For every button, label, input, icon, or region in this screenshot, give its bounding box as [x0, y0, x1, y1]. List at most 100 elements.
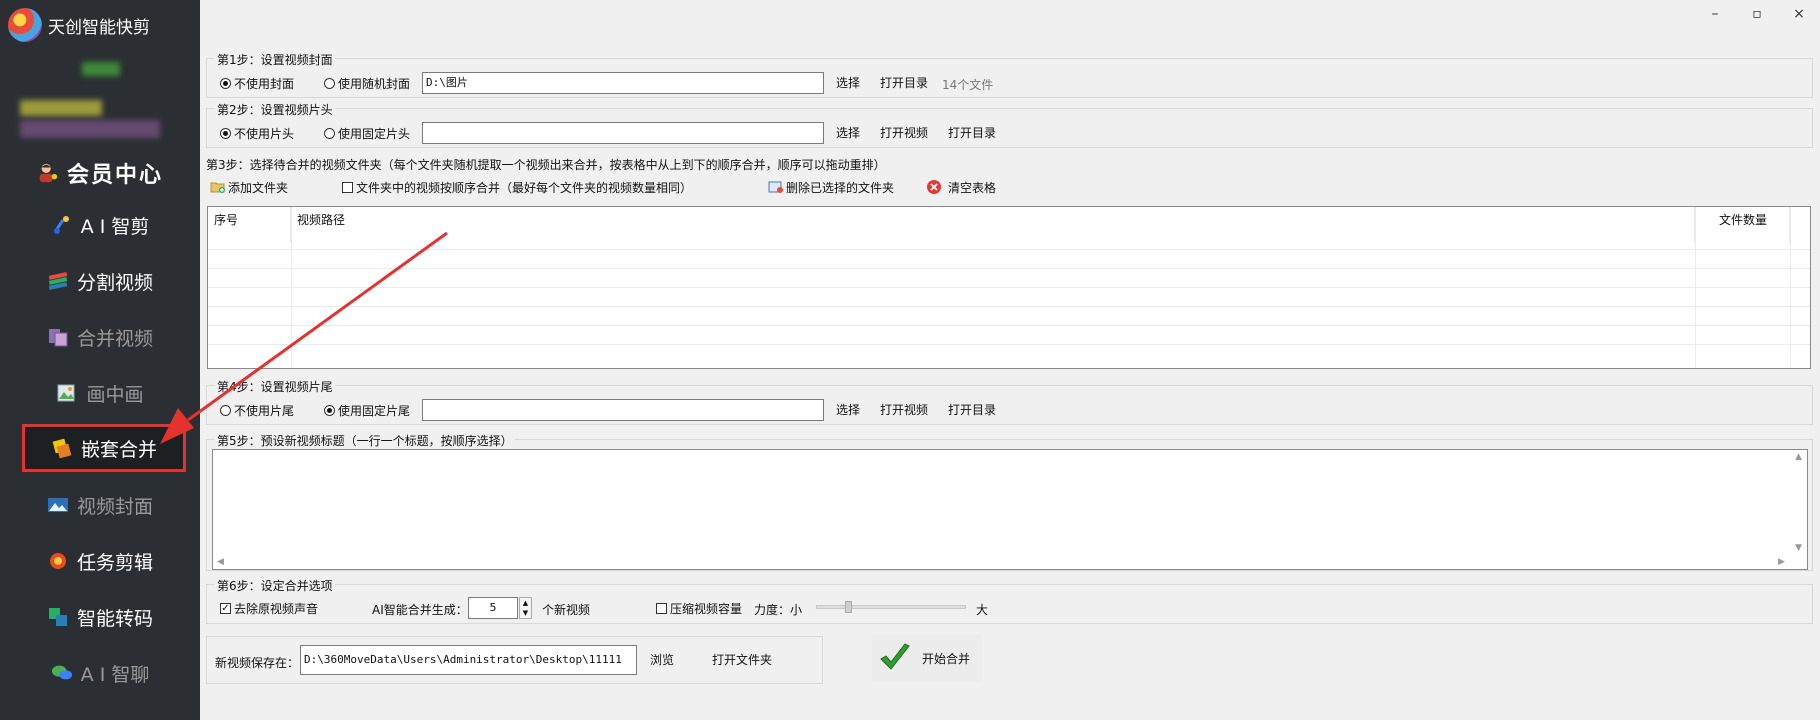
step4-select-button[interactable]: 选择: [832, 399, 864, 421]
step1-select-button[interactable]: 选择: [832, 72, 864, 94]
ai-chat-icon: [51, 662, 73, 684]
step4-fixed-outro-radio[interactable]: 使用固定片尾: [324, 402, 410, 419]
scroll-left-icon[interactable]: ◀: [217, 557, 224, 567]
clear-icon: [927, 180, 942, 194]
blurred-user-detail: [20, 120, 160, 138]
sidebar-item-video-cover[interactable]: 视频封面: [0, 482, 200, 528]
radio-unselected: [220, 404, 231, 416]
ai-generate-count-input[interactable]: 5: [468, 597, 518, 619]
step4-open-dir-button[interactable]: 打开目录: [944, 399, 1000, 421]
checkmark-icon: [880, 643, 910, 670]
transcode-icon: [47, 606, 69, 628]
step2-fixed-intro-radio[interactable]: 使用固定片头: [324, 125, 410, 142]
video-cover-icon: [47, 494, 69, 516]
merge-video-icon: [47, 326, 69, 348]
sidebar-item-ai-edit[interactable]: A I 智剪: [0, 202, 200, 248]
add-folder-icon: [210, 182, 225, 193]
start-merge-button[interactable]: 开始合并: [872, 634, 982, 682]
ai-edit-icon: [51, 214, 73, 236]
sidebar-item-label: A I 智剪: [80, 215, 150, 238]
table-row[interactable]: [208, 344, 1810, 363]
step1-cover-path-input[interactable]: D:\图片: [422, 72, 824, 94]
slider-track: [816, 605, 966, 609]
sidebar-item-split-video[interactable]: 分割视频: [0, 258, 200, 304]
slider-thumb[interactable]: [845, 601, 852, 613]
step2-intro-path-input[interactable]: [422, 122, 824, 144]
remove-audio-checkbox[interactable]: ✓ 去除原视频声音: [220, 600, 318, 617]
step2-no-intro-radio[interactable]: 不使用片头: [220, 125, 294, 142]
ai-generate-label: AI智能合并生成：: [372, 603, 468, 617]
table-header-path: 视频路径: [291, 207, 1695, 243]
compress-video-checkbox[interactable]: 压缩视频容量: [656, 600, 742, 617]
sidebar-item-label: 会员中心: [66, 162, 163, 188]
step2-open-video-button[interactable]: 打开视频: [876, 122, 932, 144]
sidebar-item-vip-center[interactable]: 会员中心: [0, 150, 200, 196]
sidebar-item-transcode[interactable]: 智能转码: [0, 594, 200, 640]
ai-generate-suffix: 个新视频: [542, 603, 591, 617]
sidebar-item-label: 视频封面: [76, 495, 153, 518]
table-divider: [1790, 207, 1791, 368]
step2-select-button[interactable]: 选择: [832, 122, 864, 144]
table-row[interactable]: [208, 287, 1810, 306]
table-row[interactable]: [208, 268, 1810, 287]
sidebar-item-task-edit[interactable]: 任务剪辑: [0, 538, 200, 584]
checkbox-unchecked: [656, 602, 667, 614]
step2-legend: 第2步：设置视频片头: [215, 101, 335, 118]
step1-random-cover-radio[interactable]: 使用随机封面: [324, 75, 410, 92]
scroll-down-icon[interactable]: ▼: [1795, 543, 1802, 553]
scroll-up-icon[interactable]: ▲: [1795, 452, 1802, 462]
table-header-count: 文件数量: [1695, 207, 1790, 243]
start-merge-label: 开始合并: [922, 651, 971, 666]
sidebar-item-label: 画中画: [86, 383, 144, 406]
table-header-index: 序号: [208, 207, 291, 243]
table-row[interactable]: [208, 306, 1810, 325]
sidebar-item-merge-video[interactable]: 合并视频: [0, 314, 200, 360]
strength-label-min: 力度：小: [754, 603, 803, 617]
table-divider: [1695, 207, 1696, 368]
step4-legend: 第4步：设置视频片尾: [215, 378, 335, 395]
add-folder-button[interactable]: 添加文件夹: [210, 179, 288, 196]
output-path-input[interactable]: D:\360MoveData\Users\Administrator\Deskt…: [300, 645, 637, 675]
main-panel: 第1步：设置视频封面 不使用封面 使用随机封面 D:\图片 选择 打开目录 14…: [200, 0, 1820, 720]
sidebar-item-nested-merge[interactable]: 嵌套合并: [22, 424, 186, 472]
scroll-right-icon[interactable]: ▶: [1778, 557, 1785, 567]
app-title: 天创智能快剪: [48, 17, 150, 38]
table-divider: [291, 207, 292, 368]
ai-generate-stepper[interactable]: ▲ ▼: [519, 597, 532, 619]
delete-selected-folder-button[interactable]: 删除已选择的文件夹: [768, 179, 894, 196]
checkbox-unchecked: [342, 181, 354, 193]
folder-table[interactable]: 序号 视频路径 文件数量: [207, 206, 1811, 369]
open-folder-button[interactable]: 打开文件夹: [708, 649, 776, 671]
task-edit-icon: [47, 550, 69, 572]
browse-button[interactable]: 浏览: [646, 649, 678, 671]
app-header: 天创智能快剪: [8, 8, 150, 42]
step1-no-cover-radio[interactable]: 不使用封面: [220, 75, 294, 92]
step4-outro-path-input[interactable]: [422, 399, 824, 421]
step2-open-dir-button[interactable]: 打开目录: [944, 122, 1000, 144]
blurred-user-name: [20, 100, 102, 116]
delete-folder-icon: [768, 181, 784, 193]
step5-legend: 第5步：预设新视频标题（一行一个标题，按顺序选择）: [215, 432, 515, 449]
strength-slider[interactable]: [816, 601, 966, 613]
sidebar-item-label: 智能转码: [76, 607, 153, 630]
table-row[interactable]: [208, 325, 1810, 344]
radio-selected: [220, 127, 231, 139]
checkbox-checked-icon: ✓: [220, 602, 231, 614]
step4-open-video-button[interactable]: 打开视频: [876, 399, 932, 421]
sidebar: 天创智能快剪 会员中心 A I 智剪 分割视频 合并视频 画中画 嵌套合并 视频…: [0, 0, 200, 720]
split-video-icon: [47, 270, 69, 292]
clear-table-button[interactable]: 清空表格: [926, 179, 996, 196]
folder-in-order-checkbox[interactable]: 文件夹中的视频按顺序合并（最好每个文件夹的视频数量相同）: [342, 179, 692, 196]
app-logo-icon: [8, 8, 42, 42]
sidebar-item-label: 合并视频: [76, 327, 153, 350]
step4-no-outro-radio[interactable]: 不使用片尾: [220, 402, 294, 419]
sidebar-item-label: 嵌套合并: [80, 438, 157, 461]
step1-open-dir-button[interactable]: 打开目录: [876, 72, 932, 94]
table-row[interactable]: [208, 249, 1810, 268]
title-textarea[interactable]: ▲ ▼ ◀ ▶: [212, 449, 1808, 570]
blurred-user-info: [82, 62, 120, 76]
radio-unselected: [324, 127, 336, 139]
sidebar-item-ai-chat[interactable]: A I 智聊: [0, 650, 200, 696]
sidebar-item-picture-in-picture[interactable]: 画中画: [0, 370, 200, 416]
vip-user-icon: [37, 162, 59, 184]
